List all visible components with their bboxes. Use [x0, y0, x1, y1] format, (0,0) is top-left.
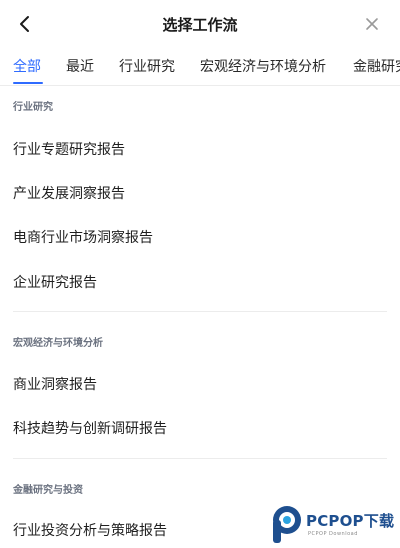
close-icon [366, 18, 378, 30]
section-title-industry: 行业研究 [13, 102, 53, 113]
tab-recent[interactable]: 最近 [66, 56, 94, 76]
pcpop-logo-icon [273, 506, 301, 543]
header-bar: 选择工作流 [0, 0, 400, 48]
workflow-item[interactable]: 行业专题研究报告 [13, 139, 125, 159]
tab-finance-research[interactable]: 金融研究 [353, 56, 400, 76]
workflow-item[interactable]: 科技趋势与创新调研报告 [13, 418, 167, 438]
active-tab-indicator [13, 82, 43, 84]
watermark: PCPOP下载 PCPOP Download [270, 504, 396, 546]
section-title-macro: 宏观经济与环境分析 [13, 338, 103, 349]
tab-industry-research[interactable]: 行业研究 [119, 56, 175, 76]
workflow-item[interactable]: 商业洞察报告 [13, 374, 97, 394]
workflow-item[interactable]: 行业投资分析与策略报告 [13, 520, 167, 540]
watermark-text: PCPOP下载 [306, 512, 395, 530]
workflow-item[interactable]: 电商行业市场洞察报告 [13, 227, 153, 247]
section-divider [13, 458, 387, 459]
workflow-item[interactable]: 企业研究报告 [13, 272, 97, 292]
page-title: 选择工作流 [162, 16, 238, 34]
close-button[interactable] [362, 13, 382, 35]
section-divider [13, 311, 387, 312]
section-title-finance: 金融研究与投资 [13, 485, 83, 496]
tab-bar: 全部 最近 行业研究 宏观经济与环境分析 金融研究 [0, 48, 400, 86]
tab-all[interactable]: 全部 [13, 56, 41, 76]
watermark-subtext: PCPOP Download [308, 531, 358, 537]
workflow-item[interactable]: 产业发展洞察报告 [13, 183, 125, 203]
tab-macro-economy[interactable]: 宏观经济与环境分析 [200, 56, 326, 76]
